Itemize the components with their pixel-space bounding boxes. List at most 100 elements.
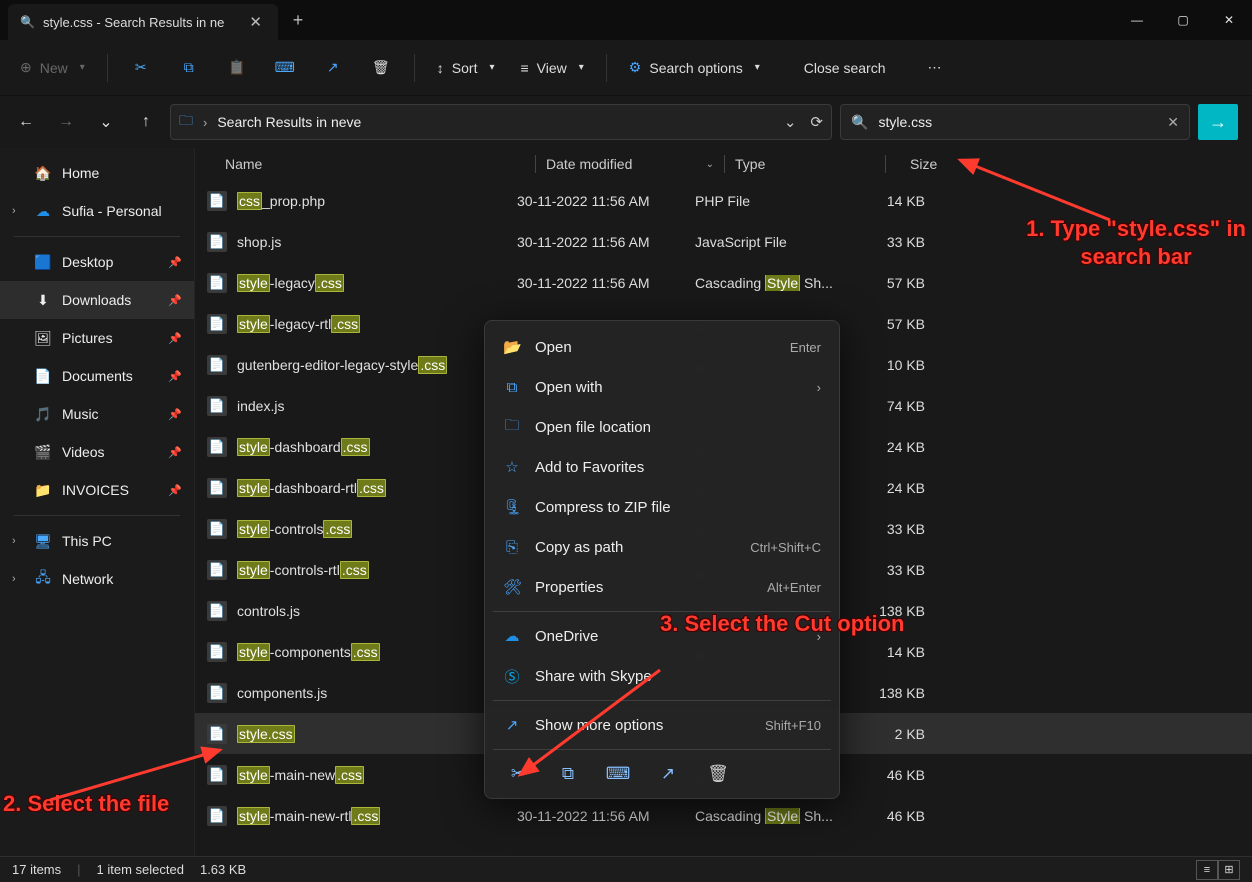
file-row[interactable]: 📄style-main-new-rtl.css 30-11-2022 11:56… [195, 795, 1252, 836]
file-name: controls.js [237, 603, 300, 619]
context-item-open-with[interactable]: ⧉Open with› [491, 367, 833, 407]
header-date[interactable]: Date modified⌄ [546, 156, 724, 172]
context-item-open-file-location[interactable]: 🗀Open file location [491, 407, 833, 447]
context-delete-button[interactable]: 🗑 [703, 764, 733, 784]
separator [493, 700, 831, 701]
sidebar-item-invoices[interactable]: 📁INVOICES📌 [0, 471, 194, 509]
titlebar: 🔍 style.css - Search Results in ne ✕ + —… [0, 0, 1252, 40]
context-show-more-options[interactable]: ↗ Show more options Shift+F10 [491, 705, 833, 745]
network-icon: 🖧 [34, 567, 52, 591]
sidebar-home[interactable]: 🏠Home [0, 154, 194, 192]
file-name: style-dashboard.css [237, 439, 370, 455]
minimize-button[interactable]: — [1114, 0, 1160, 40]
more-button[interactable]: ⋯ [914, 50, 956, 86]
context-copy-button[interactable]: ⧉ [553, 764, 583, 784]
context-item-open[interactable]: 📂OpenEnter [491, 327, 833, 367]
context-item-share-with-skype[interactable]: ⓈShare with Skype [491, 656, 833, 696]
maximize-button[interactable]: ▢ [1160, 0, 1206, 40]
sidebar-item-desktop[interactable]: 🟦Desktop📌 [0, 243, 194, 281]
copy-button[interactable]: ⧉ [168, 50, 210, 86]
cloud-icon: ☁ [34, 203, 52, 220]
rename-icon: ⌨ [606, 764, 631, 783]
file-icon: 📄 [207, 396, 227, 416]
context-rename-button[interactable]: ⌨ [603, 764, 633, 784]
chevron-down-icon: ▾ [755, 62, 760, 73]
chevron-right-icon[interactable]: › [12, 573, 24, 585]
header-name[interactable]: Name [225, 156, 535, 172]
pc-icon: 🖥 [34, 533, 52, 550]
sidebar-onedrive-personal[interactable]: ›☁Sufia - Personal [0, 192, 194, 230]
search-go-button[interactable]: → [1198, 104, 1238, 140]
address-dropdown-button[interactable]: ⌄ [784, 113, 797, 131]
address-row: ← → ⌄ ↑ 🗀 › Search Results in neve ⌄ ⟳ 🔍… [0, 96, 1252, 148]
context-item-copy-as-path[interactable]: ⎘Copy as pathCtrl+Shift+C [491, 527, 833, 567]
sidebar-item-videos[interactable]: 🎬Videos📌 [0, 433, 194, 471]
sidebar-this-pc[interactable]: ›🖥This PC [0, 522, 194, 560]
close-search-button[interactable]: Close search [794, 50, 896, 86]
file-row[interactable]: 📄css_prop.php 30-11-2022 11:56 AM PHP Fi… [195, 180, 1252, 221]
file-size: 33 KB [845, 234, 925, 250]
rename-button[interactable]: ⌨ [264, 50, 306, 86]
sort-button[interactable]: ↕ Sort ▾ [427, 50, 505, 86]
file-row[interactable]: 📄shop.js 30-11-2022 11:56 AM JavaScript … [195, 221, 1252, 262]
pin-icon: 📌 [168, 484, 182, 497]
file-size: 46 KB [845, 808, 925, 824]
share-button[interactable]: ↗ [312, 50, 354, 86]
clear-search-button[interactable]: ✕ [1167, 114, 1179, 131]
pin-icon: 📌 [168, 332, 182, 345]
up-button[interactable]: ↑ [130, 106, 162, 138]
forward-button[interactable]: → [50, 106, 82, 138]
context-menu: 📂OpenEnter⧉Open with›🗀Open file location… [484, 320, 840, 799]
folder-icon: 🎵 [34, 406, 52, 423]
status-bar: 17 items | 1 item selected 1.63 KB ≡ ⊞ [0, 856, 1252, 882]
delete-button[interactable]: 🗑 [360, 50, 402, 86]
back-button[interactable]: ← [10, 106, 42, 138]
new-button: ⊕ New ▾ [10, 50, 95, 86]
breadcrumb-text[interactable]: Search Results in neve [217, 114, 774, 130]
pin-icon: 📌 [168, 408, 182, 421]
file-icon: 📄 [207, 683, 227, 703]
context-item-add-to-favorites[interactable]: ☆Add to Favorites [491, 447, 833, 487]
folder-icon: 🎬 [34, 444, 52, 461]
search-options-button[interactable]: ⚙ Search options ▾ [619, 50, 770, 86]
context-item-compress-to-zip-file[interactable]: 🗜Compress to ZIP file [491, 487, 833, 527]
context-item-onedrive[interactable]: ☁OneDrive› [491, 616, 833, 656]
chevron-right-icon[interactable]: › [12, 535, 24, 547]
file-icon: 📄 [207, 437, 227, 457]
view-button[interactable]: ≡ View ▾ [511, 50, 594, 86]
window-tab[interactable]: 🔍 style.css - Search Results in ne ✕ [8, 4, 278, 40]
context-item-properties[interactable]: 🛠PropertiesAlt+Enter [491, 567, 833, 607]
tab-close-button[interactable]: ✕ [245, 9, 266, 35]
search-input[interactable] [878, 114, 1157, 130]
chevron-right-icon[interactable]: › [12, 205, 24, 217]
scissors-icon: ✂ [135, 59, 147, 76]
copy-icon: ⧉ [562, 764, 574, 783]
sidebar-item-music[interactable]: 🎵Music📌 [0, 395, 194, 433]
search-box[interactable]: 🔍 ✕ [840, 104, 1190, 140]
cut-button[interactable]: ✂ [120, 50, 162, 86]
icons-view-button[interactable]: ⊞ [1218, 860, 1240, 880]
gear-icon: ⚙ [629, 59, 642, 76]
new-tab-button[interactable]: + [278, 4, 318, 37]
header-size[interactable]: Size [896, 156, 976, 172]
details-view-button[interactable]: ≡ [1196, 860, 1218, 880]
file-size: 14 KB [845, 644, 925, 660]
sidebar-network[interactable]: ›🖧Network [0, 560, 194, 598]
sidebar-item-downloads[interactable]: ⬇Downloads📌 [0, 281, 194, 319]
file-name: style-dashboard-rtl.css [237, 480, 386, 496]
sort-icon: ↕ [437, 60, 444, 76]
context-cut-button[interactable]: ✂ [503, 764, 533, 784]
sidebar-item-documents[interactable]: 📄Documents📌 [0, 357, 194, 395]
recent-locations-button[interactable]: ⌄ [90, 106, 122, 138]
trash-icon: 🗑 [707, 764, 729, 783]
file-icon: 📄 [207, 601, 227, 621]
file-row[interactable]: 📄style-legacy.css 30-11-2022 11:56 AM Ca… [195, 262, 1252, 303]
refresh-button[interactable]: ⟳ [810, 113, 823, 131]
header-type[interactable]: Type [735, 156, 885, 172]
context-share-button[interactable]: ↗ [653, 764, 683, 784]
close-window-button[interactable]: ✕ [1206, 0, 1252, 40]
address-bar[interactable]: 🗀 › Search Results in neve ⌄ ⟳ [170, 104, 832, 140]
sidebar-item-pictures[interactable]: 🖼Pictures📌 [0, 319, 194, 357]
file-size: 74 KB [845, 398, 925, 414]
chevron-down-icon: ▾ [489, 62, 494, 73]
